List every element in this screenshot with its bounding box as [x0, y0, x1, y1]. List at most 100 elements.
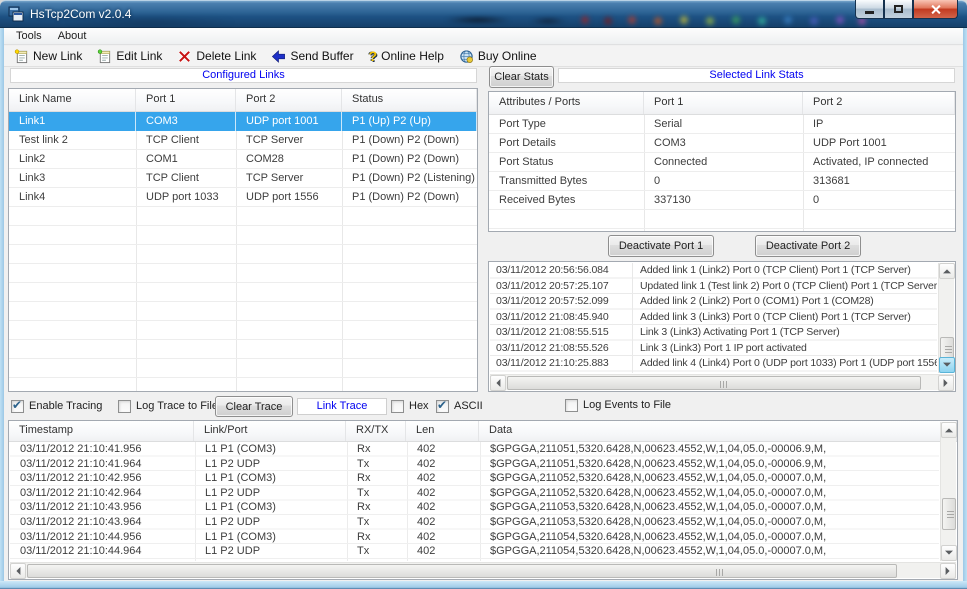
link-row-cell: TCP Server [236, 169, 342, 188]
link-row[interactable]: Link3TCP ClientTCP ServerP1 (Down) P2 (L… [9, 169, 477, 188]
online-help-button[interactable]: ? Online Help [365, 47, 451, 65]
buy-online-button[interactable]: Buy Online [455, 48, 544, 65]
checkbox-box: ✔ [436, 400, 449, 413]
column-header-timestamp[interactable]: Timestamp [9, 421, 194, 441]
menu-about[interactable]: About [58, 30, 87, 42]
event-row[interactable]: 03/11/2012 20:57:52.099Added link 2 (Lin… [490, 294, 937, 310]
trace-row-cell: 402 [407, 500, 480, 515]
scroll-left-arrow[interactable] [10, 563, 26, 579]
trace-row-cell: Rx [347, 500, 407, 515]
column-header-stats-port1[interactable]: Port 1 [644, 92, 803, 114]
scroll-left-arrow[interactable] [490, 375, 506, 391]
stat-row-cell: 337130 [644, 191, 803, 210]
trace-row[interactable]: 03/11/2012 21:10:44.956L1 P1 (COM3)Rx402… [10, 530, 939, 545]
clear-stats-button[interactable]: Clear Stats [489, 66, 554, 88]
link-stats-header: Attributes / Ports Port 1 Port 2 [489, 92, 955, 115]
event-row-cell: Added link 3 (Link3) Port 0 (TCP Client)… [632, 310, 937, 326]
column-header-len[interactable]: Len [406, 421, 479, 441]
trace-vertical-scrollbar[interactable] [940, 422, 956, 561]
trace-row[interactable]: 03/11/2012 21:10:43.964L1 P2 UDPTx402$GP… [10, 515, 939, 530]
column-header-port1[interactable]: Port 1 [136, 89, 236, 111]
event-row[interactable]: 03/11/2012 21:08:55.526Link 3 (Link3) Po… [490, 341, 937, 357]
column-header-status[interactable]: Status [342, 89, 477, 111]
ascii-checkbox[interactable]: ✔ ASCII [436, 398, 483, 414]
trace-row[interactable]: 03/11/2012 21:10:42.956L1 P1 (COM3)Rx402… [10, 471, 939, 486]
column-header-link-port[interactable]: Link/Port [194, 421, 346, 441]
trace-row-cell: L1 P2 UDP [195, 544, 347, 559]
thumb-grip [716, 569, 724, 576]
event-row[interactable]: 03/11/2012 20:56:56.084Added link 1 (Lin… [490, 263, 937, 279]
trace-row-cell: L1 P2 UDP [195, 486, 347, 501]
close-button[interactable] [913, 0, 958, 19]
scroll-right-arrow[interactable] [940, 563, 956, 579]
stat-row[interactable]: Port TypeSerialIP [489, 115, 955, 134]
trace-row-cell: 03/11/2012 21:10:42.964 [10, 486, 195, 501]
deactivate-port2-button[interactable]: Deactivate Port 2 [755, 235, 861, 257]
maximize-button[interactable] [884, 0, 913, 19]
column-header-attributes[interactable]: Attributes / Ports [489, 92, 644, 114]
event-log-horizontal-scrollbar[interactable] [490, 374, 954, 390]
scroll-down-arrow[interactable] [941, 545, 957, 561]
stat-row[interactable]: Port DetailsCOM3UDP Port 1001 [489, 134, 955, 153]
stat-row[interactable]: Transmitted Bytes0313681 [489, 172, 955, 191]
stat-row-cell: Activated, IP connected [803, 153, 955, 172]
scroll-down-arrow[interactable] [939, 357, 955, 373]
link-row[interactable]: Test link 2TCP ClientTCP ServerP1 (Down)… [9, 131, 477, 150]
trace-row[interactable]: 03/11/2012 21:10:41.956L1 P1 (COM3)Rx402… [10, 442, 939, 457]
trace-row[interactable]: 03/11/2012 21:10:42.964L1 P2 UDPTx402$GP… [10, 486, 939, 501]
column-header-link-name[interactable]: Link Name [9, 89, 136, 111]
event-row[interactable]: 03/11/2012 21:08:55.515Link 3 (Link3) Ac… [490, 325, 937, 341]
hex-checkbox[interactable]: Hex [391, 398, 429, 414]
column-header-rxtx[interactable]: RX/TX [346, 421, 406, 441]
stat-row-cell: Port Type [489, 115, 644, 134]
trace-row[interactable]: 03/11/2012 21:10:44.964L1 P2 UDPTx402$GP… [10, 544, 939, 559]
trace-row-cell: 03/11/2012 21:10:43.956 [10, 500, 195, 515]
toolbar: New Link Edit Link Delete Link [4, 46, 963, 67]
event-row[interactable]: 03/11/2012 20:57:25.107Updated link 1 (T… [490, 279, 937, 295]
event-row[interactable]: 03/11/2012 21:10:25.883Added link 4 (Lin… [490, 356, 937, 372]
link-row[interactable]: Link2COM1COM28P1 (Down) P2 (Down) [9, 150, 477, 169]
scroll-thumb[interactable] [27, 564, 897, 578]
log-trace-to-file-checkbox[interactable]: Log Trace to File [118, 398, 218, 414]
column-header-data[interactable]: Data [479, 421, 957, 441]
scroll-up-arrow[interactable] [941, 422, 957, 438]
scroll-up-arrow[interactable] [939, 263, 955, 279]
enable-tracing-checkbox[interactable]: ✔ Enable Tracing [11, 398, 102, 414]
link-row[interactable]: Link1COM3UDP port 1001P1 (Up) P2 (Up) [9, 112, 477, 131]
event-row-cell: Added link 4 (Link4) Port 0 (UDP port 10… [632, 356, 937, 372]
trace-row[interactable]: 03/11/2012 21:10:41.964L1 P2 UDPTx402$GP… [10, 457, 939, 472]
scroll-thumb[interactable] [507, 376, 921, 390]
window-frame-right [963, 28, 967, 581]
deactivate-port1-button[interactable]: Deactivate Port 1 [608, 235, 714, 257]
clear-trace-button[interactable]: Clear Trace [215, 396, 293, 417]
window-controls [855, 0, 958, 19]
scroll-right-arrow[interactable] [938, 375, 954, 391]
stat-row[interactable]: Received Bytes3371300 [489, 191, 955, 210]
trace-horizontal-scrollbar[interactable] [10, 562, 956, 578]
event-row-cell: 03/11/2012 21:08:55.526 [490, 341, 632, 357]
stat-row[interactable]: Port StatusConnectedActivated, IP connec… [489, 153, 955, 172]
scroll-thumb[interactable] [942, 498, 956, 530]
link-row[interactable]: Link4UDP port 1033UDP port 1556P1 (Down)… [9, 188, 477, 207]
delete-link-button[interactable]: Delete Link [173, 48, 263, 65]
thumb-grip [720, 381, 728, 388]
column-header-stats-port2[interactable]: Port 2 [803, 92, 955, 114]
column-header-port2[interactable]: Port 2 [236, 89, 342, 111]
trace-row[interactable]: 03/11/2012 21:10:43.956L1 P1 (COM3)Rx402… [10, 500, 939, 515]
event-log-vertical-scrollbar[interactable] [938, 263, 954, 373]
menu-tools[interactable]: Tools [16, 30, 42, 42]
trace-row-cell: L1 P2 UDP [195, 515, 347, 530]
trace-rows: 03/11/2012 21:10:41.956L1 P1 (COM3)Rx402… [10, 442, 939, 561]
event-log: 03/11/2012 20:56:56.084Added link 1 (Lin… [488, 261, 956, 392]
new-link-button[interactable]: New Link [10, 48, 89, 65]
trace-row-cell: L1 P1 (COM3) [195, 500, 347, 515]
edit-link-button[interactable]: Edit Link [93, 48, 169, 65]
trace-row-cell: 03/11/2012 21:10:43.964 [10, 515, 195, 530]
send-buffer-button[interactable]: Send Buffer [267, 48, 360, 65]
trace-row-cell: 402 [407, 544, 480, 559]
trace-row-cell: 03/11/2012 21:10:44.956 [10, 530, 195, 545]
log-events-to-file-checkbox[interactable]: Log Events to File [565, 397, 671, 413]
trace-row-cell: Rx [347, 442, 407, 457]
event-row[interactable]: 03/11/2012 21:08:45.940Added link 3 (Lin… [490, 310, 937, 326]
minimize-button[interactable] [855, 0, 884, 19]
